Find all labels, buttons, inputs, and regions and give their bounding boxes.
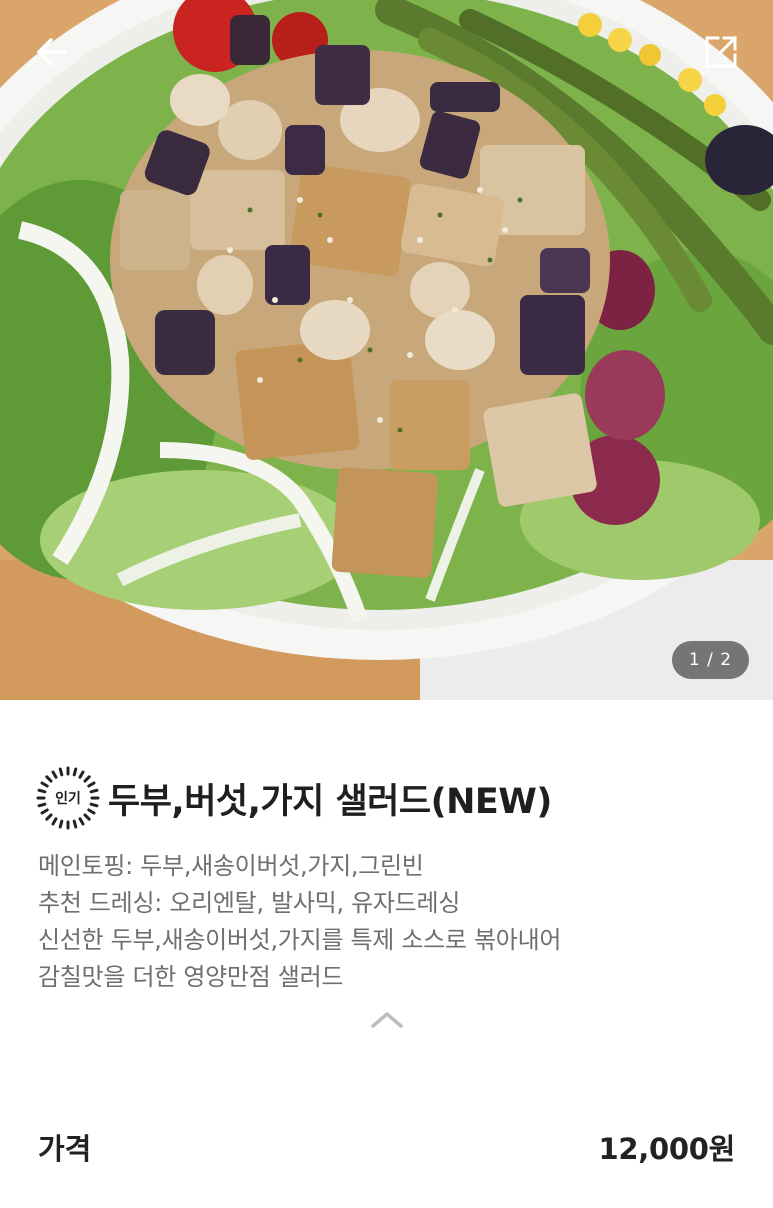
price-label: 가격 (38, 1132, 92, 1166)
salad-photo (0, 0, 773, 700)
title-row: 인기 두부,버섯,가지 샐러드(NEW) (36, 766, 552, 830)
expand-button[interactable] (697, 28, 745, 76)
product-title: 두부,버섯,가지 샐러드(NEW) (108, 781, 552, 822)
back-button[interactable] (28, 28, 76, 76)
description-line: 메인토핑: 두부,새송이버섯,가지,그린빈 (38, 852, 424, 880)
arrow-left-icon (37, 38, 67, 66)
price-row: 가격 12,000원 (38, 1122, 735, 1172)
popular-badge-label: 인기 (55, 791, 81, 807)
chevron-up-icon (371, 1012, 403, 1028)
product-photo[interactable]: 1 / 2 (0, 0, 773, 700)
price-value: 12,000원 (598, 1132, 736, 1166)
description-line: 감칠맛을 더한 영양만점 샐러드 (38, 963, 344, 991)
expand-icon (705, 35, 738, 68)
product-description: 메인토핑: 두부,새송이버섯,가지,그린빈 추천 드레싱: 오리엔탈, 발사믹,… (38, 848, 738, 996)
description-line: 신선한 두부,새송이버섯,가지를 특제 소스로 볶아내어 (38, 926, 562, 954)
description-line: 추천 드레싱: 오리엔탈, 발사믹, 유자드레싱 (38, 889, 461, 917)
collapse-button[interactable] (366, 1004, 408, 1036)
page-indicator: 1 / 2 (672, 641, 749, 679)
popular-badge: 인기 (36, 766, 100, 830)
